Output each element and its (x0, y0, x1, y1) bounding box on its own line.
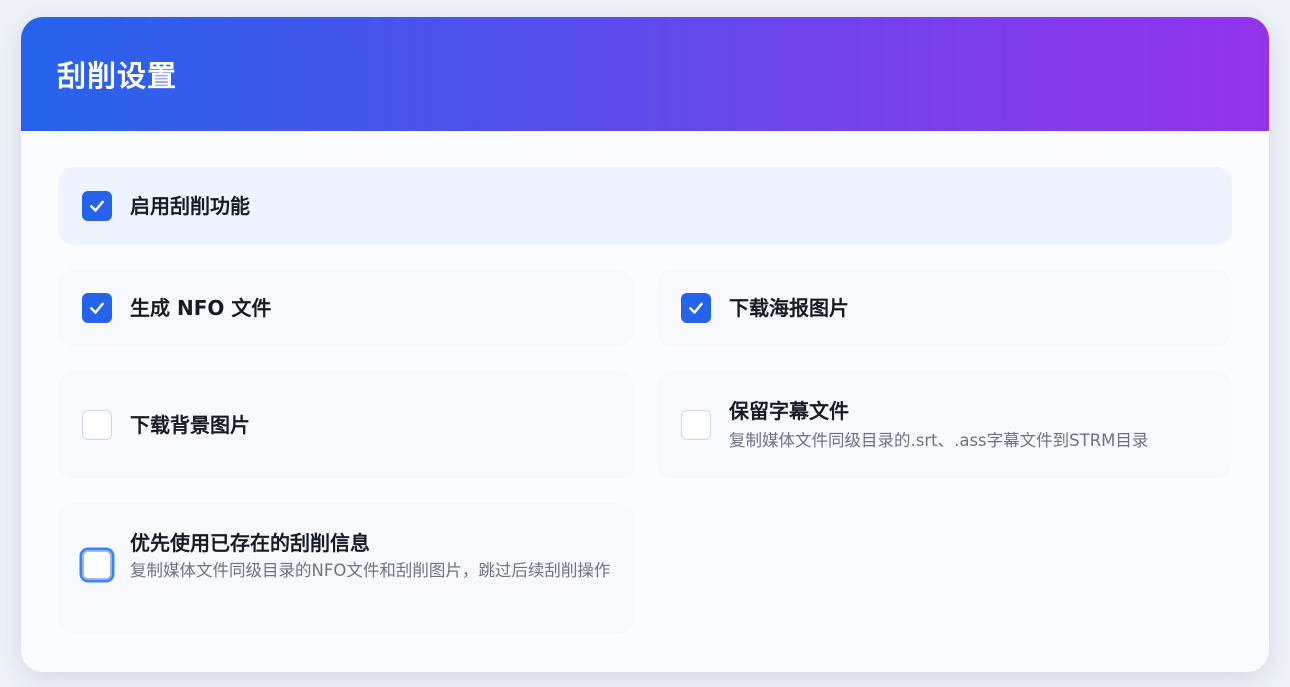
prefer-existing-label: 优先使用已存在的刮削信息 (130, 531, 370, 555)
prefer-existing-text: 优先使用已存在的刮削信息 复制媒体文件同级目录的NFO文件和刮削图片，跳过后续刮… (130, 529, 620, 583)
check-icon (689, 302, 703, 314)
option-download-poster[interactable]: 下载海报图片 (657, 269, 1232, 347)
panel-title: 刮削设置 (57, 59, 178, 93)
enable-scraping-checkbox[interactable] (82, 191, 112, 221)
option-download-backdrop[interactable]: 下载背景图片 (58, 371, 634, 479)
check-icon (90, 200, 104, 212)
check-icon (90, 302, 104, 314)
generate-nfo-checkbox[interactable] (82, 293, 112, 323)
option-prefer-existing[interactable]: 优先使用已存在的刮削信息 复制媒体文件同级目录的NFO文件和刮削图片，跳过后续刮… (58, 503, 634, 634)
enable-scraping-label: 启用刮削功能 (130, 194, 250, 218)
option-keep-subtitles[interactable]: 保留字幕文件 复制媒体文件同级目录的.srt、.ass字幕文件到STRM目录 (657, 371, 1232, 479)
panel-header: 刮削设置 (21, 17, 1269, 131)
option-generate-nfo[interactable]: 生成 NFO 文件 (58, 269, 634, 347)
prefer-existing-checkbox[interactable] (82, 550, 112, 580)
download-poster-label: 下载海报图片 (729, 296, 849, 320)
generate-nfo-label: 生成 NFO 文件 (130, 296, 272, 320)
keep-subtitles-checkbox[interactable] (681, 410, 711, 440)
download-poster-checkbox[interactable] (681, 293, 711, 323)
download-backdrop-label: 下载背景图片 (130, 413, 250, 437)
option-enable-scraping[interactable]: 启用刮削功能 (58, 167, 1232, 245)
keep-subtitles-label: 保留字幕文件 (729, 399, 849, 423)
keep-subtitles-description: 复制媒体文件同级目录的.srt、.ass字幕文件到STRM目录 (729, 431, 1149, 450)
prefer-existing-description: 复制媒体文件同级目录的NFO文件和刮削图片，跳过后续刮削操作 (130, 561, 611, 580)
download-backdrop-checkbox[interactable] (82, 410, 112, 440)
keep-subtitles-text: 保留字幕文件 复制媒体文件同级目录的.srt、.ass字幕文件到STRM目录 (729, 397, 1148, 453)
scrape-settings-panel: 刮削设置 启用刮削功能 生成 NFO 文件 下载海报图片 下载背景图片 保留字幕… (21, 17, 1269, 672)
